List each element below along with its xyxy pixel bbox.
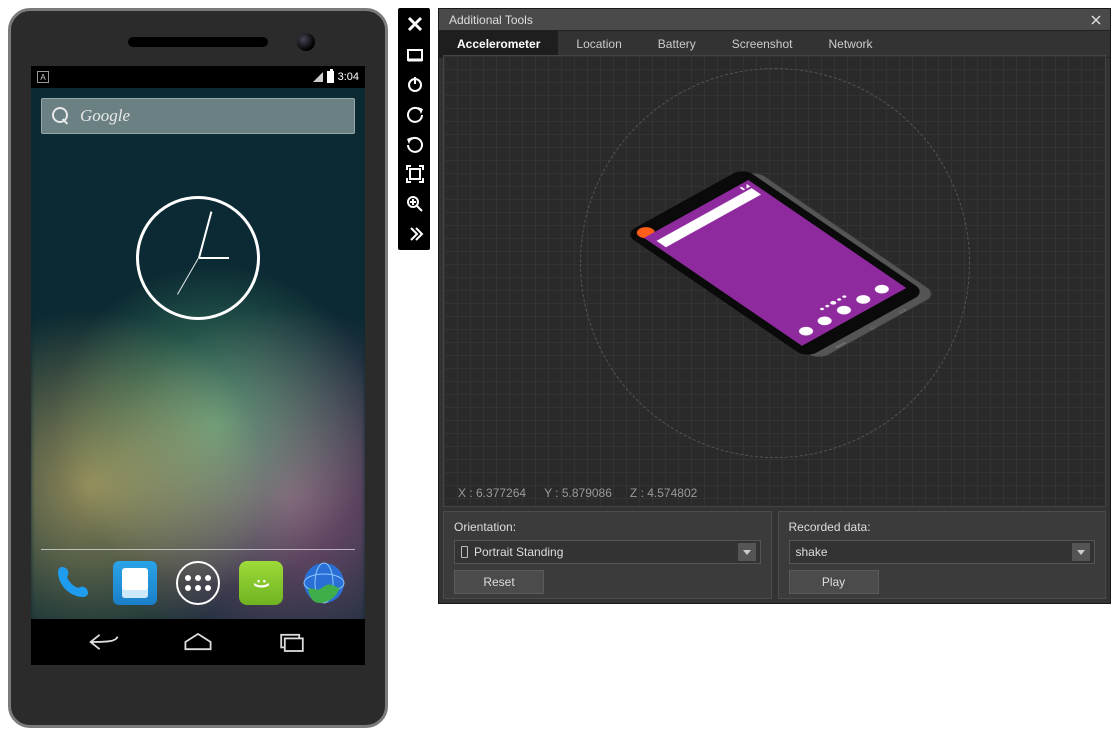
additional-tools-panel: Additional Tools Accelerometer Location … [438,8,1111,604]
orientation-value: Portrait Standing [474,545,563,559]
tab-location[interactable]: Location [558,31,639,57]
orientation-reset-button[interactable]: Reset [454,570,544,594]
tab-label: Network [828,37,872,51]
tools-body: ▮◢ ⟸⌂▭ X : 6.377264 Y : 5.879086 Z : 4.5… [443,55,1106,599]
android-status-bar: A 3:04 [31,66,365,88]
close-emulator-button[interactable] [399,9,431,39]
fit-to-screen-button[interactable] [399,159,431,189]
coord-y: Y : 5.879086 [544,486,612,500]
coord-z: Z : 4.574802 [630,486,697,500]
power-button[interactable] [399,69,431,99]
android-nav-bar [31,619,365,665]
search-placeholder: Google [80,106,130,126]
tab-label: Battery [658,37,696,51]
dock-divider [41,549,355,550]
rotate-right-button[interactable] [399,129,431,159]
orientation-label: Orientation: [454,520,761,534]
clock-minute-hand [198,211,212,258]
emulator-device-frame: A 3:04 Google [8,8,388,728]
rotate-left-button[interactable] [399,99,431,129]
back-button[interactable] [85,630,125,654]
button-label: Reset [483,575,514,589]
tools-close-button[interactable] [1088,12,1104,28]
tab-label: Accelerometer [457,37,540,51]
tab-network[interactable]: Network [810,31,890,57]
accelerometer-3d-view[interactable]: ▮◢ ⟸⌂▭ X : 6.377264 Y : 5.879086 Z : 4.5… [443,55,1106,507]
device-front-camera [297,33,315,51]
ime-indicator-icon: A [37,71,49,83]
chevron-down-icon [1072,543,1090,561]
dock [31,555,365,610]
tools-titlebar[interactable]: Additional Tools [439,9,1110,31]
emulator-toolbar [398,8,430,250]
accelerometer-coordinates: X : 6.377264 Y : 5.879086 Z : 4.574802 [458,486,697,500]
recorded-data-dropdown[interactable]: shake [789,540,1096,564]
recorded-label: Recorded data: [789,520,1096,534]
recorded-play-button[interactable]: Play [789,570,879,594]
portrait-icon [461,546,468,558]
recorded-data-group: Recorded data: shake Play [778,511,1107,599]
clock-second-hand [177,258,199,295]
recorded-value: shake [796,545,828,559]
coord-x: X : 6.377264 [458,486,526,500]
zoom-button[interactable] [399,189,431,219]
home-button[interactable] [178,630,218,654]
tools-title: Additional Tools [449,13,533,27]
device-speaker [128,37,268,47]
tab-label: Location [576,37,621,51]
tab-label: Screenshot [732,37,793,51]
device-screen[interactable]: A 3:04 Google [31,66,365,665]
browser-app-icon[interactable] [302,561,346,605]
phone-app-icon[interactable] [50,561,94,605]
orientation-dropdown[interactable]: Portrait Standing [454,540,761,564]
chevron-down-icon [738,543,756,561]
messaging-app-icon[interactable] [239,561,283,605]
accelerometer-controls: Orientation: Portrait Standing Reset Rec… [443,511,1106,599]
button-label: Play [822,575,845,589]
analog-clock-widget[interactable] [136,196,260,320]
recents-button[interactable] [272,630,312,654]
google-search-bar[interactable]: Google [41,98,355,134]
battery-icon [327,71,334,83]
status-clock: 3:04 [338,71,359,83]
more-tools-button[interactable] [399,219,431,249]
tools-tab-strip: Accelerometer Location Battery Screensho… [439,31,1110,58]
contacts-app-icon[interactable] [113,561,157,605]
clock-hour-hand [199,257,229,259]
signal-icon [313,72,323,82]
tab-battery[interactable]: Battery [640,31,714,57]
tab-screenshot[interactable]: Screenshot [714,31,811,57]
tab-accelerometer[interactable]: Accelerometer [439,31,558,57]
orientation-group: Orientation: Portrait Standing Reset [443,511,772,599]
search-icon [52,107,70,125]
minimize-button[interactable] [399,39,431,69]
app-drawer-icon[interactable] [176,561,220,605]
